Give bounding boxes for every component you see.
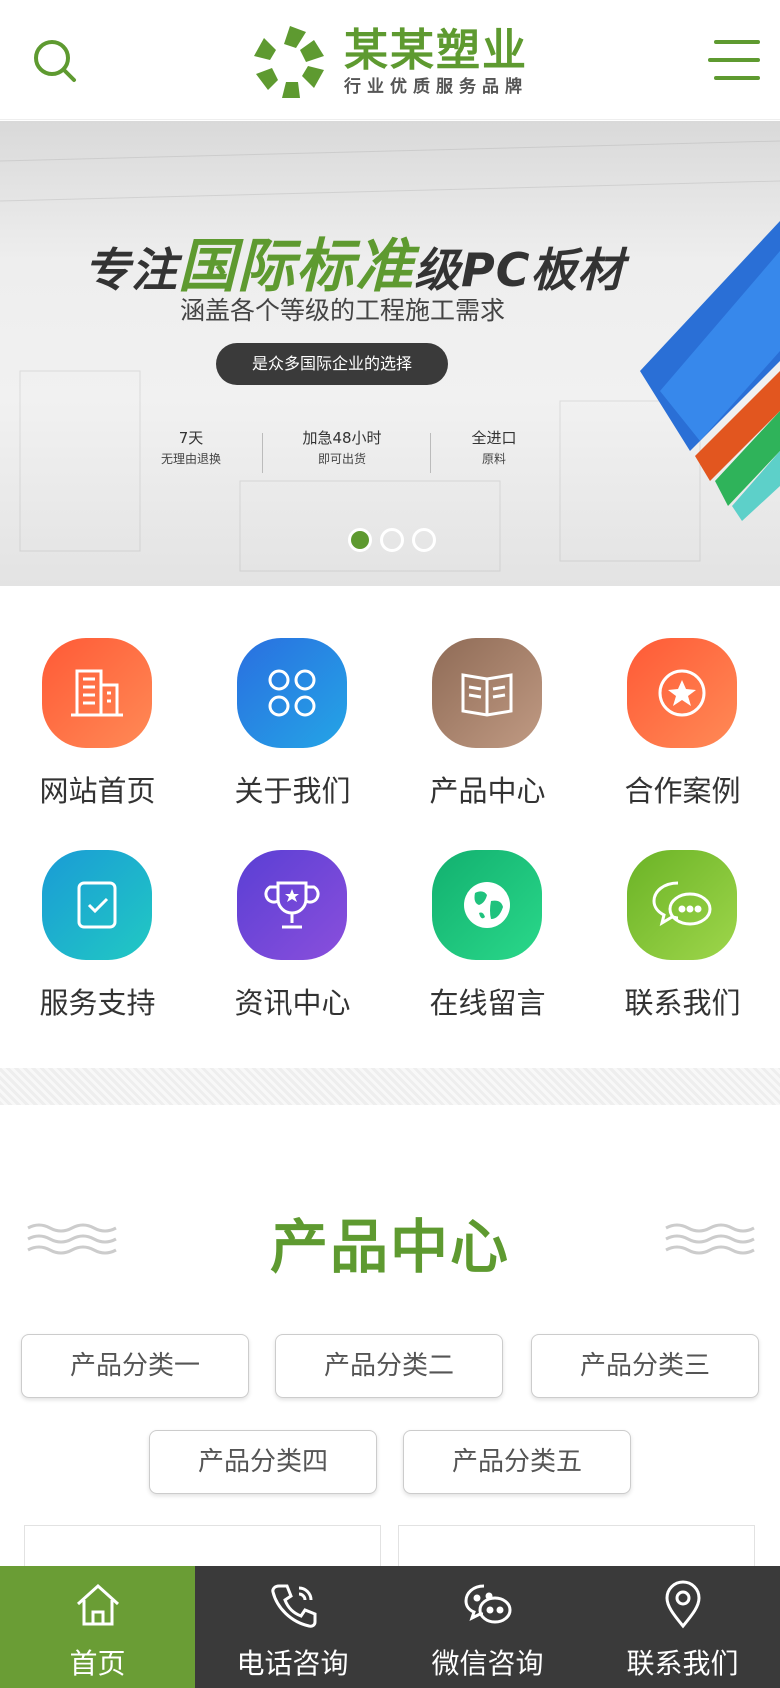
header: 某某塑业 行业优质服务品牌	[0, 0, 780, 120]
carousel-dot[interactable]	[348, 528, 372, 552]
nav-item-home[interactable]: 网站首页	[0, 620, 195, 820]
category-button-4[interactable]: 产品分类四	[149, 1430, 377, 1494]
bottom-tab-label: 首页	[69, 1647, 126, 1680]
feature-divider	[262, 433, 263, 473]
bottom-tab-phone[interactable]: 电话咨询	[195, 1566, 390, 1688]
bottom-bar: 首页 电话咨询 微信咨询 联系我们	[0, 1566, 780, 1688]
wave-decoration-icon	[665, 1223, 755, 1255]
logo-slogan: 行业优质服务品牌	[344, 77, 528, 97]
checklist-icon	[42, 850, 152, 960]
star-icon	[627, 638, 737, 748]
nav-item-about[interactable]: 关于我们	[195, 620, 390, 820]
nav-item-service[interactable]: 服务支持	[0, 832, 195, 1032]
logo-mark-icon	[254, 26, 324, 98]
grid-icon	[237, 638, 347, 748]
nav-label: 在线留言	[429, 986, 546, 1020]
nav-grid: 网站首页 关于我们 产品中心 合作案例 服务支持 资讯中心 在线留言 联系我们	[0, 620, 780, 1060]
logo[interactable]: 某某塑业 行业优质服务品牌	[248, 22, 528, 102]
search-icon	[34, 40, 76, 82]
bottom-tab-wechat[interactable]: 微信咨询	[390, 1566, 585, 1688]
bottom-tab-label: 微信咨询	[431, 1647, 544, 1680]
bottom-tab-label: 电话咨询	[236, 1647, 349, 1680]
search-button[interactable]	[28, 34, 84, 90]
banner-feature-1: 7天 无理由退换	[160, 429, 221, 466]
logo-name: 某某塑业	[344, 25, 528, 76]
nav-label: 服务支持	[39, 986, 156, 1020]
bottom-tab-home[interactable]: 首页	[0, 1566, 195, 1688]
nav-item-cases[interactable]: 合作案例	[585, 620, 780, 820]
category-button-2[interactable]: 产品分类二	[275, 1334, 503, 1398]
category-button-3[interactable]: 产品分类三	[531, 1334, 759, 1398]
nav-item-products[interactable]: 产品中心	[390, 620, 585, 820]
banner-subtitle: 涵盖各个等级的工程施工需求	[180, 296, 506, 325]
nav-item-news[interactable]: 资讯中心	[195, 832, 390, 1032]
hero-banner[interactable]: 专注国际标准级PC板材 涵盖各个等级的工程施工需求 是众多国际企业的选择 7天 …	[0, 121, 780, 586]
nav-label: 联系我们	[624, 986, 741, 1020]
trophy-icon	[237, 850, 347, 960]
nav-item-message[interactable]: 在线留言	[390, 832, 585, 1032]
location-icon	[665, 1580, 701, 1629]
bottom-tab-label: 联系我们	[626, 1647, 739, 1680]
feature-divider	[430, 433, 431, 473]
carousel-dot[interactable]	[412, 528, 436, 552]
bottom-tab-contact[interactable]: 联系我们	[585, 1566, 780, 1688]
nav-label: 关于我们	[234, 774, 351, 808]
section-divider	[0, 1068, 780, 1105]
nav-item-contact[interactable]: 联系我们	[585, 832, 780, 1032]
category-button-1[interactable]: 产品分类一	[21, 1334, 249, 1398]
carousel-dot[interactable]	[380, 528, 404, 552]
book-icon	[432, 638, 542, 748]
section-title: 产品中心	[269, 1213, 510, 1281]
category-button-5[interactable]: 产品分类五	[403, 1430, 631, 1494]
home-icon	[76, 1583, 120, 1626]
banner-feature-3: 全进口 原料	[471, 429, 517, 466]
banner-feature-2: 加急48小时 即可出货	[302, 429, 382, 466]
nav-label: 网站首页	[39, 774, 156, 808]
menu-icon	[708, 40, 760, 80]
carousel-dots	[348, 528, 436, 552]
menu-button[interactable]	[708, 36, 764, 86]
globe-icon	[432, 850, 542, 960]
nav-label: 资讯中心	[234, 986, 351, 1020]
banner-pill: 是众多国际企业的选择	[216, 343, 448, 385]
nav-label: 合作案例	[624, 774, 741, 808]
building-icon	[42, 638, 152, 748]
wechat-icon	[464, 1584, 512, 1624]
chat-icon	[627, 850, 737, 960]
phone-icon	[271, 1584, 317, 1628]
nav-label: 产品中心	[429, 774, 546, 808]
